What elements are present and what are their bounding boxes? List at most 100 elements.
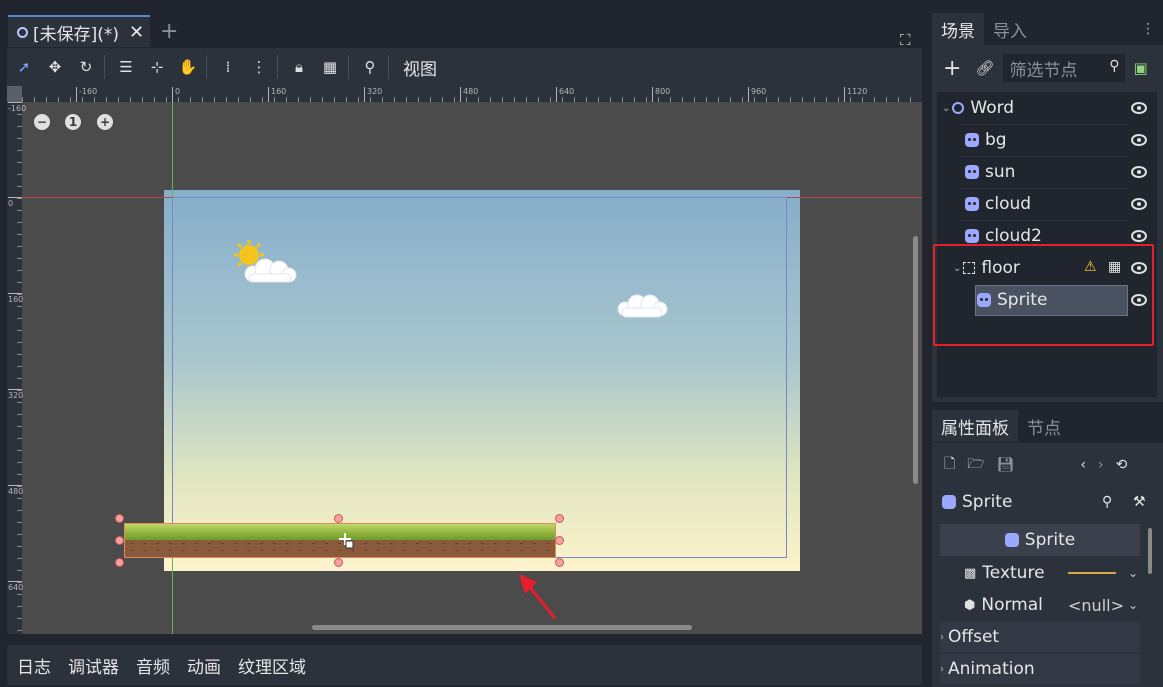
list-select-icon[interactable]: ☰ bbox=[112, 52, 140, 82]
output-tab[interactable]: 日志 bbox=[17, 653, 51, 678]
sprite-section-header[interactable]: Sprite bbox=[940, 524, 1140, 556]
pan-mode-icon[interactable]: ✋ bbox=[174, 52, 202, 82]
resize-handle[interactable] bbox=[555, 514, 564, 523]
lock-icon[interactable]: 🔒︎ bbox=[285, 52, 313, 82]
new-resource-icon[interactable]: 🗋 bbox=[944, 453, 955, 477]
ruler-h-label: 160 bbox=[268, 87, 286, 102]
offset-group[interactable]: › Offset bbox=[940, 622, 1140, 652]
move-mode-icon[interactable]: ✥ bbox=[41, 52, 69, 82]
snap-icon[interactable]: ⁞ bbox=[214, 52, 242, 82]
instance-scene-icon[interactable]: 🔗︎ bbox=[975, 59, 994, 77]
expand-arrow-icon: › bbox=[940, 631, 944, 643]
select-mode-icon[interactable]: ➚ bbox=[10, 52, 38, 82]
tree-node-bg[interactable]: bg bbox=[965, 125, 1007, 155]
resize-handle[interactable] bbox=[334, 558, 343, 567]
history-icon[interactable]: ⟲ bbox=[1116, 457, 1128, 473]
attach-script-icon[interactable]: ▣ bbox=[1133, 59, 1147, 77]
resize-handle[interactable] bbox=[334, 514, 343, 523]
node-label: sun bbox=[985, 162, 1016, 182]
pivot-mode-icon[interactable]: ⊹ bbox=[143, 52, 171, 82]
tab-import[interactable]: 导入 bbox=[984, 13, 1036, 45]
ruler-h-label: -160 bbox=[76, 87, 97, 102]
open-folder-icon[interactable]: 🗁 bbox=[967, 453, 984, 477]
tools-icon[interactable]: ⚒ bbox=[1133, 494, 1146, 510]
resize-handle[interactable] bbox=[115, 514, 124, 523]
ruler-h-label: 0 bbox=[172, 87, 180, 102]
ruler-h-label: 640 bbox=[556, 87, 574, 102]
group-icon[interactable]: ▦ bbox=[316, 52, 344, 82]
vertical-scrollbar[interactable] bbox=[913, 236, 918, 484]
annotation-arrow-icon bbox=[519, 574, 557, 619]
canvas-viewport[interactable]: -160 0 160 320 480 640 800 960 1120 -160… bbox=[7, 86, 922, 634]
node2d-icon bbox=[952, 102, 965, 114]
inspected-object-row[interactable]: Sprite ⚲ ⚒ bbox=[932, 486, 1163, 518]
bottom-panel-bar: 日志 调试器 音频 动画 纹理区域 bbox=[7, 645, 922, 685]
visibility-eye-icon[interactable] bbox=[1131, 134, 1147, 146]
normal-value[interactable]: <null> bbox=[1068, 596, 1124, 615]
zoom-out-button[interactable]: − bbox=[34, 114, 50, 130]
animation-tab[interactable]: 动画 bbox=[187, 653, 221, 678]
filter-nodes-input[interactable]: 筛选节点 ⚲ bbox=[1003, 54, 1126, 82]
cube-icon: ⬢ bbox=[964, 597, 976, 613]
history-back-icon[interactable]: ‹ bbox=[1080, 457, 1086, 473]
add-node-button[interactable]: + bbox=[943, 56, 961, 81]
ruler-corner bbox=[7, 86, 22, 102]
search-icon[interactable]: ⚲ bbox=[1102, 494, 1112, 510]
fullscreen-icon[interactable]: ⛶ bbox=[900, 31, 911, 49]
debugger-tab[interactable]: 调试器 bbox=[68, 653, 119, 678]
scene-tab-unsaved[interactable]: [未保存](*) ✕ bbox=[8, 15, 150, 47]
ruler-v-label: 320 bbox=[8, 389, 24, 400]
audio-tab[interactable]: 音频 bbox=[136, 653, 170, 678]
view-menu[interactable]: 视图 bbox=[403, 55, 437, 80]
zoom-in-button[interactable]: + bbox=[97, 114, 113, 130]
sprite-icon bbox=[965, 197, 979, 211]
normal-property[interactable]: ⬢ Normal <null> ⌄ bbox=[940, 590, 1140, 620]
inspector-scrollbar[interactable] bbox=[1148, 528, 1152, 574]
resize-handle[interactable] bbox=[115, 536, 124, 545]
collapse-arrow-icon[interactable]: ⌄ bbox=[942, 103, 950, 114]
scene-dock-tabs: 场景 导入 ⋮ bbox=[932, 13, 1163, 45]
tab-node[interactable]: 节点 bbox=[1018, 410, 1070, 442]
resize-handle[interactable] bbox=[555, 536, 564, 545]
horizontal-scrollbar[interactable] bbox=[312, 625, 692, 630]
cloud-sprite[interactable] bbox=[239, 257, 299, 285]
add-scene-tab-button[interactable]: + bbox=[160, 19, 178, 44]
visibility-eye-icon[interactable] bbox=[1131, 102, 1147, 114]
group-label: Offset bbox=[948, 627, 1000, 647]
group-label: Animation bbox=[948, 659, 1035, 679]
animation-group[interactable]: › Animation bbox=[940, 654, 1140, 684]
pivot-icon[interactable] bbox=[337, 532, 355, 550]
visibility-eye-icon[interactable] bbox=[1131, 230, 1147, 242]
visibility-eye-icon[interactable] bbox=[1131, 198, 1147, 210]
texture-value[interactable] bbox=[1068, 572, 1116, 574]
bone-icon[interactable]: ⚲ bbox=[356, 52, 384, 82]
node-label: bg bbox=[985, 130, 1007, 150]
tab-scene[interactable]: 场景 bbox=[932, 13, 984, 45]
tree-node-sun[interactable]: sun bbox=[965, 157, 1015, 187]
resize-handle[interactable] bbox=[555, 558, 564, 567]
rotate-mode-icon[interactable]: ↻ bbox=[72, 52, 100, 82]
texture-region-tab[interactable]: 纹理区域 bbox=[238, 653, 306, 678]
dock-menu-icon[interactable]: ⋮ bbox=[1141, 21, 1155, 37]
visibility-eye-icon[interactable] bbox=[1131, 166, 1147, 178]
chevron-down-icon[interactable]: ⌄ bbox=[1128, 598, 1138, 612]
zoom-reset-button[interactable]: 1 bbox=[65, 114, 81, 130]
tree-node-word[interactable]: ⌄ Word bbox=[942, 93, 1014, 123]
history-forward-icon[interactable]: › bbox=[1098, 457, 1104, 473]
ruler-v-label: 160 bbox=[8, 293, 24, 304]
expand-arrow-icon: › bbox=[940, 663, 944, 675]
resize-handle[interactable] bbox=[115, 558, 124, 567]
close-tab-icon[interactable]: ✕ bbox=[129, 22, 144, 43]
property-label: Normal bbox=[981, 595, 1043, 615]
tree-node-cloud[interactable]: cloud bbox=[965, 189, 1031, 219]
texture-preview bbox=[1068, 572, 1116, 574]
scene-toolbar: + 🔗︎ 筛选节点 ⚲ ▣ bbox=[932, 50, 1163, 86]
chevron-down-icon[interactable]: ⌄ bbox=[1128, 566, 1138, 580]
section-title: Sprite bbox=[1024, 530, 1076, 550]
ruler-v-label: 480 bbox=[8, 485, 24, 496]
cloud2-sprite[interactable] bbox=[613, 292, 669, 320]
texture-property[interactable]: ▩ Texture ⌄ bbox=[940, 558, 1140, 588]
save-icon[interactable]: 💾︎ bbox=[997, 457, 1015, 473]
tab-inspector[interactable]: 属性面板 bbox=[932, 410, 1018, 442]
snap-options-icon[interactable]: ⋮ bbox=[245, 52, 273, 82]
